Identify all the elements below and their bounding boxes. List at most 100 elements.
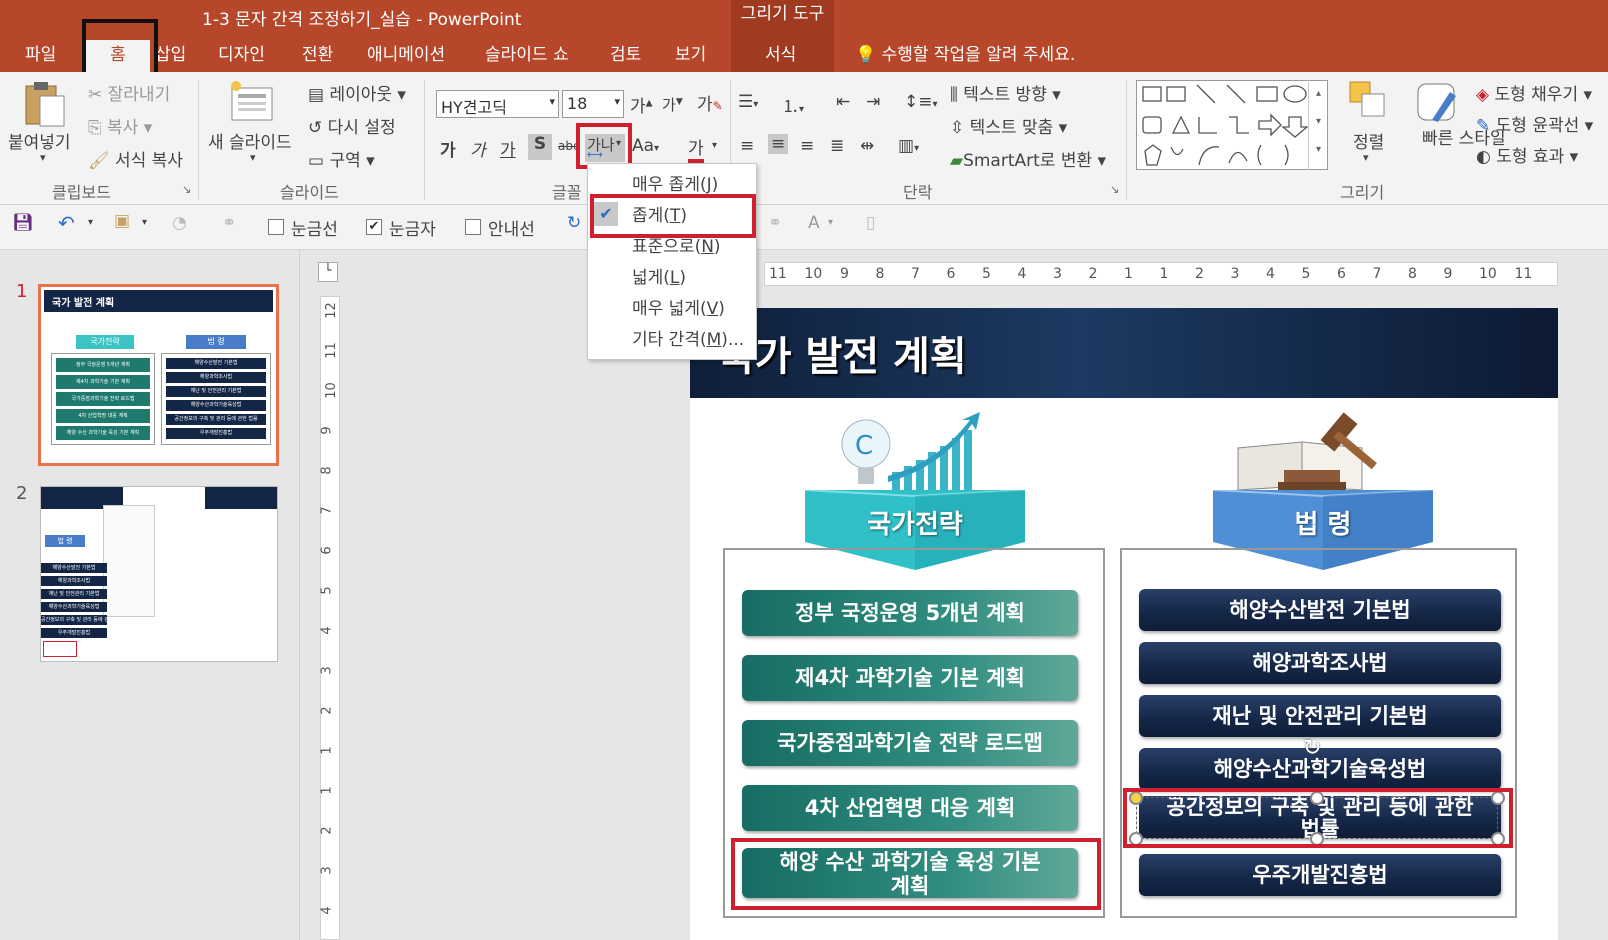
new-slide-icon[interactable]	[230, 80, 276, 124]
touch-mode-icon[interactable]: ◔	[172, 213, 187, 233]
tab-slideshow[interactable]: 슬라이드 쇼	[485, 40, 569, 72]
shrink-font-button[interactable]: 가▼	[662, 94, 683, 115]
new-slide-button[interactable]: 새 슬라이드	[208, 128, 292, 153]
tab-format[interactable]: 서식	[765, 40, 796, 72]
layout-button[interactable]: ▤ 레이아웃 ▾	[308, 80, 406, 105]
window-title: 1-3 문자 간격 조정하기_실습 - PowerPoint	[202, 10, 522, 30]
paste-dropdown-icon[interactable]: ▾	[40, 151, 46, 164]
format-painter-button[interactable]: 🖌 서식 복사	[88, 146, 183, 171]
spacing-option[interactable]: 넓게(L)	[632, 263, 686, 288]
undo-dropdown-icon[interactable]: ▾	[88, 217, 93, 228]
arrange-icon[interactable]	[1348, 80, 1390, 122]
spacing-option[interactable]: 매우 넓게(V)	[632, 294, 725, 319]
align-right-button[interactable]: ≡	[800, 136, 814, 156]
grow-font-button[interactable]: 가▲	[630, 92, 653, 117]
tab-insert[interactable]: 삽입	[155, 40, 186, 72]
strategy-item-2[interactable]: 제4차 과학기술 기본 계획	[742, 655, 1078, 701]
strategy-item-3[interactable]: 국가중점과학기술 전략 로드맵	[742, 720, 1078, 766]
paragraph-launcher-icon[interactable]: ↘	[1110, 183, 1119, 196]
clear-formatting-button[interactable]: 가✎	[697, 90, 723, 115]
cut-button[interactable]: ✂ 잘라내기	[88, 80, 170, 105]
arrange-dropdown-icon[interactable]: ▾	[1363, 151, 1369, 164]
paste-icon[interactable]	[22, 80, 66, 128]
font-color-dropdown-icon[interactable]: ▾	[712, 140, 717, 151]
thumb-list-item: 공간정보의 구축 및 관리 등에 관한 법률	[166, 414, 266, 425]
tab-animations[interactable]: 애니메이션	[367, 40, 445, 72]
vertical-ruler[interactable]: 12 11 10 9 8 7 6 5 4 3 2 1 1 2 3 4	[320, 296, 340, 940]
smartart-button[interactable]: ▰SmartArt로 변환 ▾	[950, 146, 1106, 171]
text-direction-button[interactable]: ⫼ 텍스트 방향 ▾	[950, 80, 1061, 105]
guides-checkbox[interactable]	[465, 219, 481, 235]
law-item-6[interactable]: 우주개발진흥법	[1139, 854, 1501, 896]
copy-button[interactable]: ⎘ 복사 ▾	[88, 113, 152, 138]
gallery-scroll[interactable]: ▴ ▾ ▾	[1308, 80, 1328, 170]
decrease-indent-button[interactable]: ⇤	[836, 92, 850, 112]
change-case-button[interactable]: Aa▾	[632, 136, 659, 156]
slide-thumbnail-1[interactable]: 국가 발전 계획 국가전략 법 령 정부 국정운영 5개년 계획 제4차 과학기술…	[38, 284, 279, 466]
strategy-item-1[interactable]: 정부 국정운영 5개년 계획	[742, 590, 1078, 636]
tell-me-box[interactable]: 💡 수행할 작업을 알려 주세요.	[855, 40, 1075, 72]
font-color-button[interactable]: 가	[688, 134, 704, 163]
divider	[1126, 80, 1127, 200]
tab-transitions[interactable]: 전환	[302, 40, 333, 72]
text-effects-icon[interactable]: A	[808, 213, 820, 233]
paste-special-icon[interactable]: ▯	[866, 213, 875, 233]
group-icon[interactable]: ⚭	[222, 213, 236, 233]
tab-selector[interactable]: └	[318, 262, 338, 282]
spacing-option[interactable]: 기타 간격(M)...	[632, 325, 744, 350]
italic-button[interactable]: 가	[470, 136, 486, 161]
start-from-beginning-icon[interactable]: ▣	[114, 211, 130, 231]
spacing-option-key: (M)...	[699, 330, 745, 350]
strategy-item-4[interactable]: 4차 산업혁명 대응 계획	[742, 785, 1078, 831]
bullets-button[interactable]: ☰▾	[738, 92, 758, 112]
line-spacing-button[interactable]: ↕≡▾	[904, 92, 938, 112]
distributed-button[interactable]: ⇹	[860, 136, 874, 156]
section-button[interactable]: ▭ 구역 ▾	[308, 146, 375, 171]
gridlines-checkbox[interactable]	[268, 219, 284, 235]
quick-styles-icon[interactable]	[1414, 80, 1460, 126]
undo-icon[interactable]: ↶	[58, 211, 75, 235]
quick-styles-button[interactable]: 빠른 스타일	[1422, 128, 1506, 150]
rotate-handle-icon[interactable]: ↻	[1303, 736, 1321, 761]
shapes-gallery[interactable]	[1136, 80, 1328, 170]
tab-view[interactable]: 보기	[675, 40, 706, 72]
law-item-3[interactable]: 재난 및 안전관리 기본법	[1139, 695, 1501, 737]
font-size-select[interactable]: 18 ▾	[562, 90, 624, 118]
align-center-icon: ≡	[771, 134, 786, 154]
increase-indent-button[interactable]: ⇥	[866, 92, 880, 112]
law-item-2[interactable]: 해양과학조사법	[1139, 642, 1501, 684]
spacing-option[interactable]: 매우 좁게(J)	[632, 170, 718, 195]
law-item-1[interactable]: 해양수산발전 기본법	[1139, 589, 1501, 631]
tab-file[interactable]: 파일	[25, 40, 56, 72]
shape-outline-button[interactable]: ✎ 도형 윤곽선 ▾	[1476, 111, 1593, 136]
underline-button[interactable]: 가	[500, 136, 516, 161]
new-slide-dropdown-icon[interactable]: ▾	[250, 151, 256, 164]
paste-button[interactable]: 붙여넣기	[8, 128, 71, 153]
align-left-button[interactable]: ≡	[740, 136, 754, 156]
text-effects-dropdown-icon[interactable]: ▾	[828, 217, 833, 228]
refresh-icon[interactable]: ↻	[567, 213, 581, 233]
clipboard-launcher-icon[interactable]: ↘	[182, 183, 191, 196]
qat-dropdown-icon[interactable]: ▾	[142, 217, 147, 228]
shape-fill-button[interactable]: ◈ 도형 채우기 ▾	[1476, 80, 1592, 105]
shadow-button[interactable]: S	[528, 134, 552, 160]
columns-button[interactable]: ▥▾	[898, 136, 919, 156]
shape-effects-button[interactable]: ◐ 도형 효과 ▾	[1476, 142, 1578, 167]
save-icon[interactable]: 💾︎	[12, 213, 34, 233]
tab-design[interactable]: 디자인	[218, 40, 265, 72]
align-text-button[interactable]: ⇳ 텍스트 맞춤 ▾	[950, 113, 1067, 138]
numbering-button[interactable]: ⒈▾	[782, 92, 804, 117]
shape-icon[interactable]: ⚭	[768, 213, 782, 233]
reset-button[interactable]: ↺ 다시 설정	[308, 113, 396, 138]
justify-button[interactable]: ≣	[830, 136, 844, 156]
tab-review[interactable]: 검토	[610, 40, 641, 72]
slide-number-2: 2	[16, 483, 28, 504]
bold-button[interactable]: 가	[440, 136, 456, 161]
ruler-checkbox[interactable]: ✔	[366, 219, 382, 235]
arrange-button[interactable]: 정렬	[1353, 128, 1384, 153]
slide-thumbnail-2[interactable]: 법 령 해양수산발전 기본법 해양과학조사법 재난 및 안전관리 기본법 해양수산과학…	[40, 486, 278, 662]
horizontal-ruler[interactable]: 11 10 9 8 7 6 5 4 3 2 1 1 2 3 4 5 6 7 8 9 10 11	[764, 262, 1558, 286]
ruler-tick-label: 9	[840, 266, 849, 282]
align-center-button[interactable]: ≡	[768, 134, 789, 154]
font-name-select[interactable]: HY견고딕 ▾	[436, 90, 559, 118]
